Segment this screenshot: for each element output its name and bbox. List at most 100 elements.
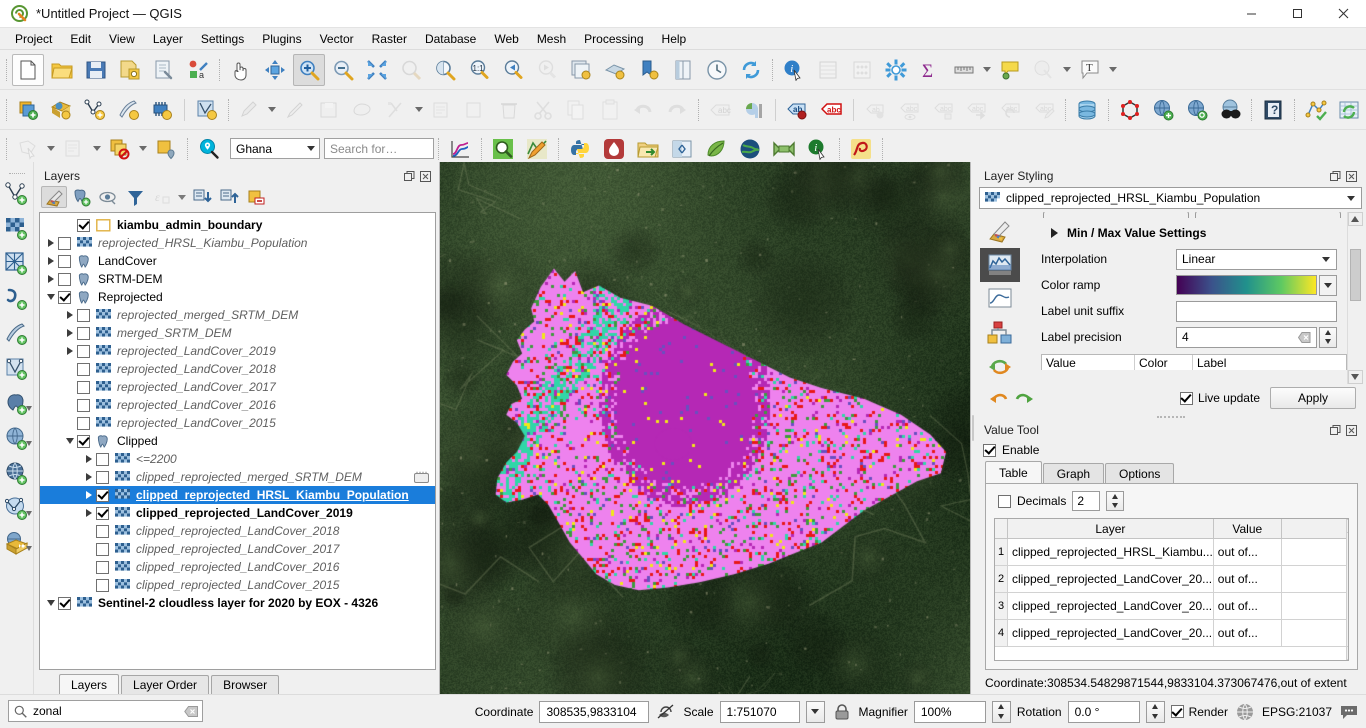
layer-visibility-checkbox[interactable] (77, 326, 90, 340)
layer-visibility-checkbox[interactable] (96, 578, 109, 592)
dock-splitter[interactable] (975, 412, 1366, 421)
pan-to-selection-icon[interactable] (259, 54, 291, 86)
remove-layer-icon[interactable] (243, 186, 269, 208)
revert-label-icon[interactable]: abc (995, 94, 1027, 126)
topology-checker-icon[interactable] (1114, 94, 1146, 126)
python-console-icon[interactable] (564, 133, 596, 165)
chevron-down-icon[interactable] (44, 600, 58, 606)
toolbar-grip[interactable] (1247, 97, 1256, 123)
close-icon[interactable] (1345, 424, 1358, 437)
min-max-value-settings-header[interactable]: Min / Max Value Settings (1051, 226, 1347, 240)
value-table-row[interactable]: 3 clipped_reprojected_LandCover_20... out … (995, 593, 1346, 620)
layer-visibility-checkbox[interactable] (77, 308, 90, 322)
toolbar-grip[interactable] (1104, 97, 1113, 123)
toolbar-grip[interactable] (694, 97, 703, 123)
layer-visibility-checkbox[interactable] (96, 560, 109, 574)
layer-styling-layer-combo[interactable]: clipped_reprojected_HRSL_Kiambu_Populati… (979, 187, 1362, 209)
select-expression-dropdown-arrow-icon[interactable] (91, 133, 103, 165)
save-project-icon[interactable] (80, 54, 112, 86)
label-precision-input[interactable]: 4 (1176, 326, 1317, 348)
add-raster-layer-icon[interactable] (2, 213, 32, 245)
qfield-icon[interactable] (598, 133, 630, 165)
layer-visibility-checkbox[interactable] (96, 524, 109, 538)
layer-tree-row[interactable]: LandCover (40, 252, 435, 270)
layer-visibility-checkbox[interactable] (58, 596, 71, 610)
add-postgis-layer-icon[interactable] (2, 388, 32, 420)
tab-graph[interactable]: Graph (1042, 463, 1105, 483)
chevron-right-icon[interactable] (82, 491, 96, 499)
open-data-source-icon[interactable] (632, 133, 664, 165)
layer-visibility-checkbox[interactable] (58, 254, 71, 268)
layer-visibility-checkbox[interactable] (96, 452, 109, 466)
zoom-to-selection-icon[interactable] (395, 54, 427, 86)
new-project-icon[interactable] (12, 53, 44, 86)
undo-icon[interactable] (628, 94, 660, 126)
minimize-button[interactable] (1228, 0, 1274, 28)
field-calculator-icon[interactable] (846, 54, 878, 86)
filter-expression-dropdown-arrow-icon[interactable] (176, 186, 188, 208)
tab-table[interactable]: Table (985, 461, 1042, 483)
layer-tree-row[interactable]: Clipped (40, 432, 435, 450)
layer-visibility-checkbox[interactable] (58, 272, 71, 286)
redo-icon[interactable] (661, 94, 693, 126)
new-virtual-layer-icon[interactable] (191, 94, 223, 126)
add-arcgis-layer-icon[interactable] (2, 528, 32, 560)
layer-tree-row[interactable]: kiambu_admin_boundary (40, 216, 435, 234)
move-label-icon[interactable]: ab (860, 94, 892, 126)
osm-place-search-icon[interactable] (1215, 94, 1247, 126)
apply-button[interactable]: Apply (1270, 387, 1356, 409)
layers-filter-box[interactable]: zonal (8, 700, 203, 722)
layer-tree-row[interactable]: clipped_reprojected_LandCover_2019 (40, 504, 435, 522)
select-value-icon[interactable] (150, 133, 182, 165)
cut-features-icon[interactable] (527, 94, 559, 126)
clear-icon[interactable] (1298, 331, 1311, 343)
add-group-icon[interactable] (68, 186, 94, 208)
zoom-native-icon[interactable]: 1:1 (463, 54, 495, 86)
toolbar-grip[interactable] (878, 136, 887, 162)
select-features-icon[interactable] (12, 133, 44, 165)
processing-toolbox-icon[interactable] (880, 54, 912, 86)
project-properties-icon[interactable] (148, 54, 180, 86)
pin-labels-icon[interactable]: ab (782, 94, 814, 126)
tab-layers[interactable]: Layers (59, 674, 120, 694)
menu-processing[interactable]: Processing (575, 30, 652, 48)
layer-tree-row[interactable]: reprojected_LandCover_2016 (40, 396, 435, 414)
paste-features-icon[interactable] (594, 94, 626, 126)
add-layer-icon[interactable] (12, 94, 44, 126)
map-tips-icon[interactable] (994, 54, 1026, 86)
network-analysis-icon[interactable] (1300, 94, 1332, 126)
value-table-scrollbar[interactable] (1345, 519, 1348, 660)
label-precision-stepper[interactable] (1319, 326, 1337, 348)
maximize-button[interactable] (1274, 0, 1320, 28)
menu-settings[interactable]: Settings (192, 30, 253, 48)
chevron-down-icon[interactable] (63, 438, 77, 444)
pan-map-icon[interactable] (225, 54, 257, 86)
layer-visibility-checkbox[interactable] (58, 290, 71, 304)
add-spatialite-layer-icon[interactable] (2, 318, 32, 350)
color-ramp-preview[interactable] (1176, 275, 1317, 295)
undo-history-icon[interactable] (980, 350, 1020, 384)
chevron-right-icon[interactable] (63, 329, 77, 337)
toolbar-grip[interactable] (215, 57, 224, 83)
vertex-tool-dropdown-arrow-icon[interactable] (413, 94, 425, 126)
labels-dropdown-arrow-icon[interactable] (1061, 54, 1073, 86)
scale-field[interactable]: 1:751070 (719, 700, 800, 723)
edit-indicator-icon[interactable] (414, 471, 429, 484)
menu-project[interactable]: Project (6, 30, 61, 48)
layer-visibility-checkbox[interactable] (77, 416, 90, 430)
render-checkbox-box[interactable] (1170, 705, 1184, 718)
chevron-right-icon[interactable] (82, 509, 96, 517)
qgis-browser-icon[interactable] (1181, 94, 1213, 126)
float-icon[interactable] (1329, 170, 1342, 183)
menu-edit[interactable]: Edit (61, 30, 100, 48)
delete-selected-icon[interactable] (493, 94, 525, 126)
save-project-as-icon[interactable] (114, 54, 146, 86)
clear-icon[interactable] (184, 705, 198, 717)
layer-visibility-checkbox[interactable] (77, 434, 90, 448)
chevron-down-icon[interactable] (25, 406, 32, 411)
mesh-plugin-icon[interactable] (768, 133, 800, 165)
menu-plugins[interactable]: Plugins (253, 30, 310, 48)
layer-tree-row[interactable]: reprojected_LandCover_2015 (40, 414, 435, 432)
annotation-dropdown-arrow-icon[interactable] (1107, 54, 1119, 86)
menu-web[interactable]: Web (485, 30, 527, 48)
